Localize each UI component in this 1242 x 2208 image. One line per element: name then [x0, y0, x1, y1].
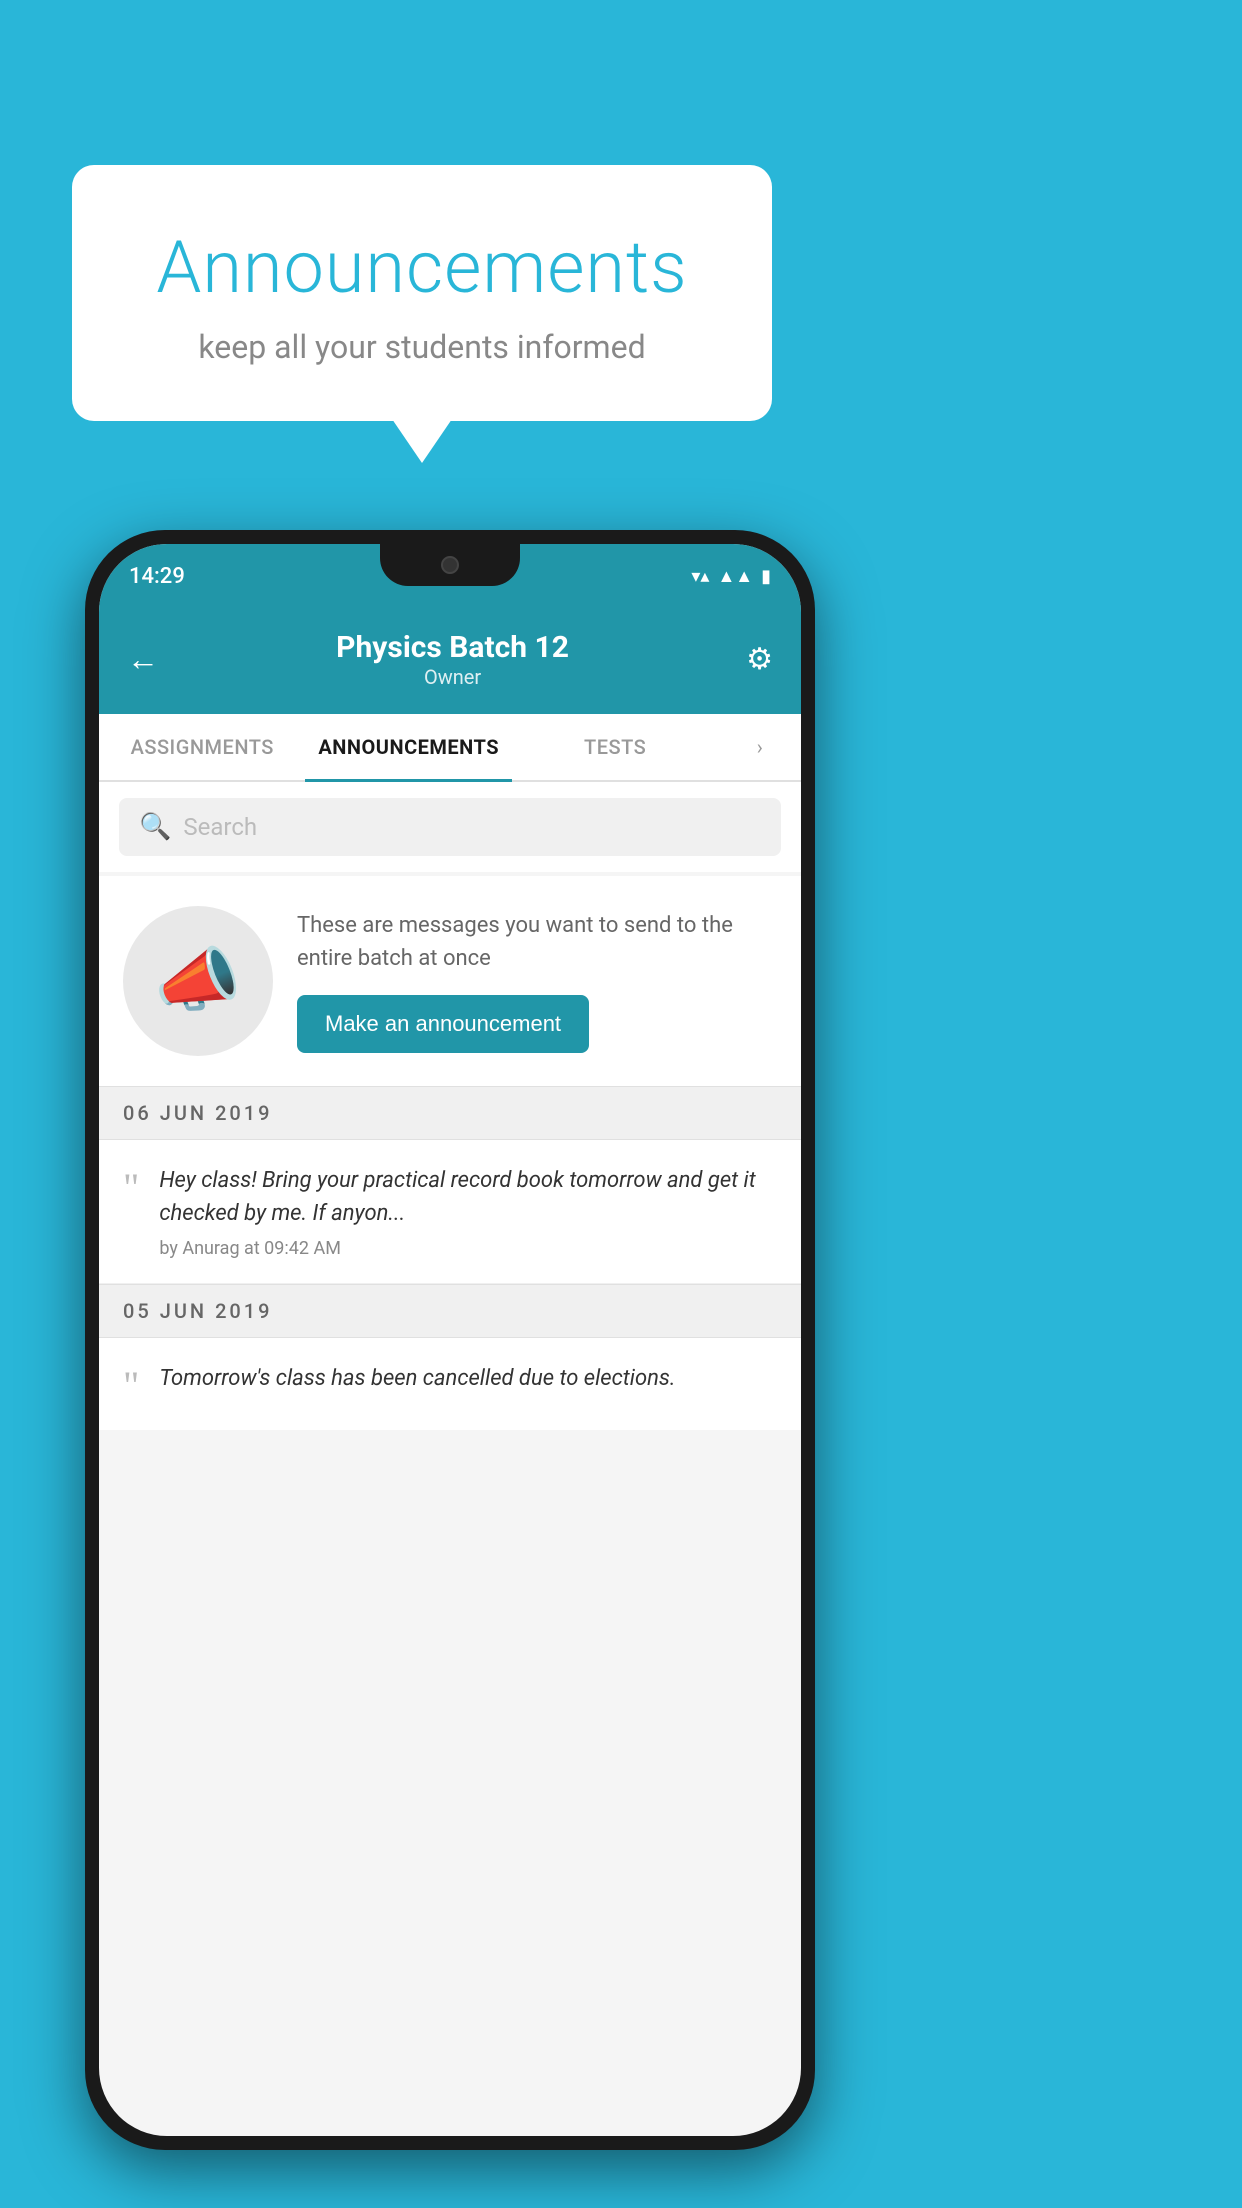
- announcement-message-1: Hey class! Bring your practical record b…: [159, 1164, 777, 1230]
- speech-bubble-subtitle: keep all your students informed: [122, 328, 722, 366]
- header-center: Physics Batch 12 Owner: [336, 630, 569, 689]
- search-container: 🔍 Search: [99, 782, 801, 872]
- tab-announcements[interactable]: ANNOUNCEMENTS: [305, 714, 511, 780]
- phone-outer: 14:29 ▾▴ ▲▲ ▮ ← Physics Batch 12 Owner ⚙: [85, 530, 815, 2150]
- phone-mockup: 14:29 ▾▴ ▲▲ ▮ ← Physics Batch 12 Owner ⚙: [85, 530, 815, 2150]
- announcement-message-2: Tomorrow's class has been cancelled due …: [159, 1362, 777, 1395]
- header-title: Physics Batch 12: [336, 630, 569, 665]
- tabs-bar: ASSIGNMENTS ANNOUNCEMENTS TESTS ›: [99, 714, 801, 782]
- tab-assignments[interactable]: ASSIGNMENTS: [99, 714, 305, 780]
- megaphone-icon: 📣: [154, 940, 241, 1022]
- battery-icon: ▮: [761, 566, 771, 587]
- make-announcement-button[interactable]: Make an announcement: [297, 995, 589, 1053]
- search-input[interactable]: Search: [183, 813, 257, 841]
- back-button[interactable]: ←: [127, 640, 159, 678]
- announcement-text-1: Hey class! Bring your practical record b…: [159, 1164, 777, 1259]
- settings-button[interactable]: ⚙: [746, 642, 773, 677]
- speech-bubble-container: Announcements keep all your students inf…: [72, 165, 772, 421]
- quote-icon-1: ": [123, 1168, 139, 1208]
- announcement-meta-1: by Anurag at 09:42 AM: [159, 1238, 777, 1259]
- screen-content: 14:29 ▾▴ ▲▲ ▮ ← Physics Batch 12 Owner ⚙: [99, 544, 801, 2136]
- announcement-promo-card: 📣 These are messages you want to send to…: [99, 876, 801, 1086]
- speech-bubble: Announcements keep all your students inf…: [72, 165, 772, 421]
- status-icons: ▾▴ ▲▲ ▮: [691, 566, 771, 587]
- date-separator-1: 06 JUN 2019: [99, 1086, 801, 1140]
- announcement-content: These are messages you want to send to t…: [297, 909, 777, 1053]
- date-separator-2: 05 JUN 2019: [99, 1284, 801, 1338]
- tab-more[interactable]: ›: [718, 714, 801, 780]
- speech-bubble-title: Announcements: [122, 225, 722, 310]
- quote-icon-2: ": [123, 1366, 139, 1406]
- phone-notch: [380, 544, 520, 586]
- phone-screen: 14:29 ▾▴ ▲▲ ▮ ← Physics Batch 12 Owner ⚙: [99, 544, 801, 2136]
- status-time: 14:29: [129, 564, 185, 589]
- megaphone-circle: 📣: [123, 906, 273, 1056]
- announcement-item-1: " Hey class! Bring your practical record…: [99, 1140, 801, 1284]
- announcement-text-2: Tomorrow's class has been cancelled due …: [159, 1362, 777, 1403]
- announcement-item-2: " Tomorrow's class has been cancelled du…: [99, 1338, 801, 1430]
- announcement-description: These are messages you want to send to t…: [297, 909, 777, 975]
- tab-tests[interactable]: TESTS: [512, 714, 718, 780]
- app-header: ← Physics Batch 12 Owner ⚙: [99, 604, 801, 714]
- camera-icon: [441, 556, 459, 574]
- wifi-icon: ▾▴: [691, 566, 709, 587]
- header-subtitle: Owner: [336, 665, 569, 689]
- signal-icon: ▲▲: [717, 566, 753, 587]
- search-icon: 🔍: [139, 812, 171, 842]
- search-bar[interactable]: 🔍 Search: [119, 798, 781, 856]
